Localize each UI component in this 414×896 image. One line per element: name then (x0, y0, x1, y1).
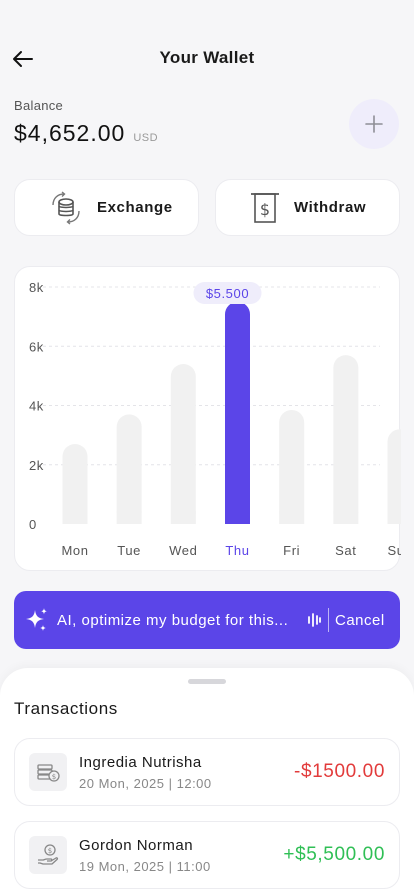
chart-bar (333, 355, 359, 524)
chart-bar-base (279, 511, 305, 524)
chart-bar-base (225, 511, 250, 524)
chart-bar (116, 414, 142, 524)
y-tick-label: 2k (29, 458, 44, 473)
exchange-button[interactable]: Exchange (14, 179, 199, 236)
chart-bar (279, 409, 305, 524)
bar-chart-svg: 8k 6k 4k 2k 0 Mon Tue Wed Thu $5.500 Fri Sat Sun (29, 280, 401, 558)
transaction-name: Ingredia Nutrisha (79, 753, 202, 771)
money-stack-icon: $ (29, 753, 67, 791)
svg-text:$: $ (48, 847, 52, 855)
transaction-date: 19 Mon, 2025 | 11:00 (79, 858, 211, 874)
page-title: Your Wallet (159, 48, 255, 67)
y-tick-label: 6k (29, 339, 44, 354)
x-tick-label: Wed (169, 543, 197, 558)
chart-bar-base (116, 511, 142, 524)
withdraw-button[interactable]: $ Withdraw (215, 179, 400, 236)
sparkle-icon (23, 606, 51, 634)
hand-coin-icon: $ (29, 836, 67, 874)
chart-bar-base (170, 511, 196, 524)
balance-row: $4,652.00 USD (14, 120, 158, 147)
withdraw-label: Withdraw (294, 199, 367, 216)
ai-assistant-bar[interactable]: AI, optimize my budget for this... Cance… (14, 591, 400, 649)
chart-bar-base (387, 511, 401, 524)
withdraw-cash-icon: $ (248, 191, 282, 225)
weekly-spending-chart: 8k 6k 4k 2k 0 Mon Tue Wed Thu $5.500 Fri Sat Sun (14, 266, 401, 571)
x-tick-label: Mon (61, 543, 88, 558)
transactions-sheet: Transactions $ Ingredia Nutrisha 20 Mon,… (0, 668, 414, 896)
svg-text:$: $ (52, 773, 56, 781)
chart-bar (387, 429, 401, 524)
chart-bar (170, 364, 196, 524)
transaction-amount: +$5,500.00 (283, 844, 385, 865)
balance-label: Balance (14, 98, 64, 113)
sheet-drag-handle[interactable] (188, 679, 226, 684)
chart-bar (225, 301, 250, 524)
y-tick-label: 8k (29, 280, 44, 295)
svg-text:$: $ (260, 200, 270, 219)
cancel-button[interactable]: Cancel (335, 612, 385, 629)
transactions-title: Transactions (14, 699, 118, 718)
value-tooltip: $5.500 (206, 286, 249, 301)
chart-bar-base (333, 511, 359, 524)
plus-icon (365, 115, 383, 133)
transaction-item[interactable]: $ Gordon Norman 19 Mon, 2025 | 11:00 +$5… (14, 821, 400, 889)
transaction-date: 20 Mon, 2025 | 12:00 (79, 775, 212, 791)
balance-currency: USD (133, 132, 159, 144)
y-tick-label: 4k (29, 399, 44, 414)
x-tick-label: Tue (117, 543, 141, 558)
x-tick-label: Thu (225, 543, 249, 558)
transaction-name: Gordon Norman (79, 836, 194, 854)
x-tick-label: Fri (283, 543, 300, 558)
x-tick-label: Sat (335, 543, 356, 558)
x-tick-label: Sun (388, 543, 401, 558)
chart-bar-base (62, 511, 88, 524)
exchange-coins-icon (49, 190, 83, 225)
y-tick-label: 0 (29, 517, 37, 532)
voice-wave-icon[interactable] (305, 611, 323, 629)
transaction-amount: -$1500.00 (294, 761, 385, 782)
add-funds-button[interactable] (349, 99, 399, 149)
transaction-item[interactable]: $ Ingredia Nutrisha 20 Mon, 2025 | 12:00… (14, 738, 400, 806)
exchange-label: Exchange (97, 199, 173, 216)
ai-bar-divider (328, 608, 329, 632)
balance-amount: $4,652.00 (14, 120, 126, 146)
ai-prompt-text[interactable]: AI, optimize my budget for this... (57, 612, 303, 629)
